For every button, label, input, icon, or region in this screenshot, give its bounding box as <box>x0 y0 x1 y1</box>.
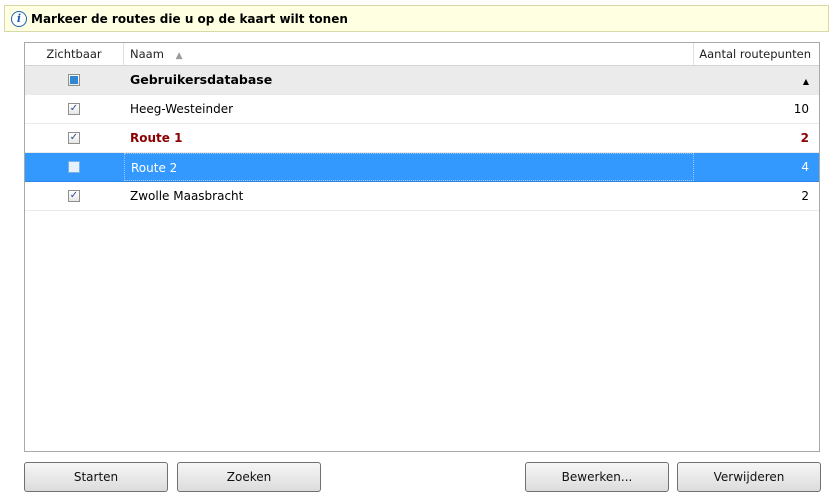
table-row[interactable]: ✓ Zwolle Maasbracht 2 <box>25 182 819 211</box>
route-name: Heeg-Westeinder <box>130 102 234 116</box>
column-header-count-label: Aantal routepunten <box>699 47 811 61</box>
sort-ascending-icon: ▲ <box>175 51 183 61</box>
column-header-visible[interactable]: Zichtbaar <box>25 43 124 65</box>
row-visibility-checkbox[interactable]: ✓ <box>68 190 80 202</box>
group-visibility-checkbox[interactable] <box>68 74 80 86</box>
group-row[interactable]: Gebruikersdatabase ▲ <box>25 66 819 95</box>
column-header-visible-label: Zichtbaar <box>46 47 102 61</box>
column-header-name[interactable]: Naam ▲ <box>124 43 694 65</box>
group-name: Gebruikersdatabase <box>130 72 273 87</box>
grid-header: Zichtbaar Naam ▲ Aantal routepunten <box>25 43 819 66</box>
column-header-name-label: Naam <box>130 47 164 61</box>
table-row[interactable]: Route 2 4 <box>25 153 819 182</box>
row-visibility-checkbox[interactable] <box>68 161 80 173</box>
row-visibility-checkbox[interactable]: ✓ <box>68 103 80 115</box>
column-header-count[interactable]: Aantal routepunten <box>695 43 819 65</box>
start-button[interactable]: Starten <box>24 462 168 492</box>
table-row[interactable]: ✓ Route 1 2 <box>25 124 819 153</box>
table-row[interactable]: ✓ Heeg-Westeinder 10 <box>25 95 819 124</box>
edit-button[interactable]: Bewerken... <box>525 462 669 492</box>
info-text: Markeer de routes die u op de kaart wilt… <box>31 11 348 26</box>
route-name: Zwolle Maasbracht <box>130 189 244 203</box>
delete-button[interactable]: Verwijderen <box>677 462 821 492</box>
row-visibility-checkbox[interactable]: ✓ <box>68 132 80 144</box>
route-point-count: 2 <box>800 131 809 145</box>
info-icon: i <box>11 10 27 27</box>
routes-grid[interactable]: Zichtbaar Naam ▲ Aantal routepunten Gebr… <box>24 42 820 452</box>
route-point-count: 2 <box>801 189 809 203</box>
search-button[interactable]: Zoeken <box>177 462 321 492</box>
route-point-count: 4 <box>801 160 809 174</box>
route-point-count: 10 <box>793 102 809 116</box>
info-bar: i Markeer de routes die u op de kaart wi… <box>4 5 829 32</box>
collapse-group-icon[interactable]: ▲ <box>803 77 809 86</box>
route-name: Route 1 <box>130 131 183 145</box>
route-name: Route 2 <box>124 153 694 181</box>
